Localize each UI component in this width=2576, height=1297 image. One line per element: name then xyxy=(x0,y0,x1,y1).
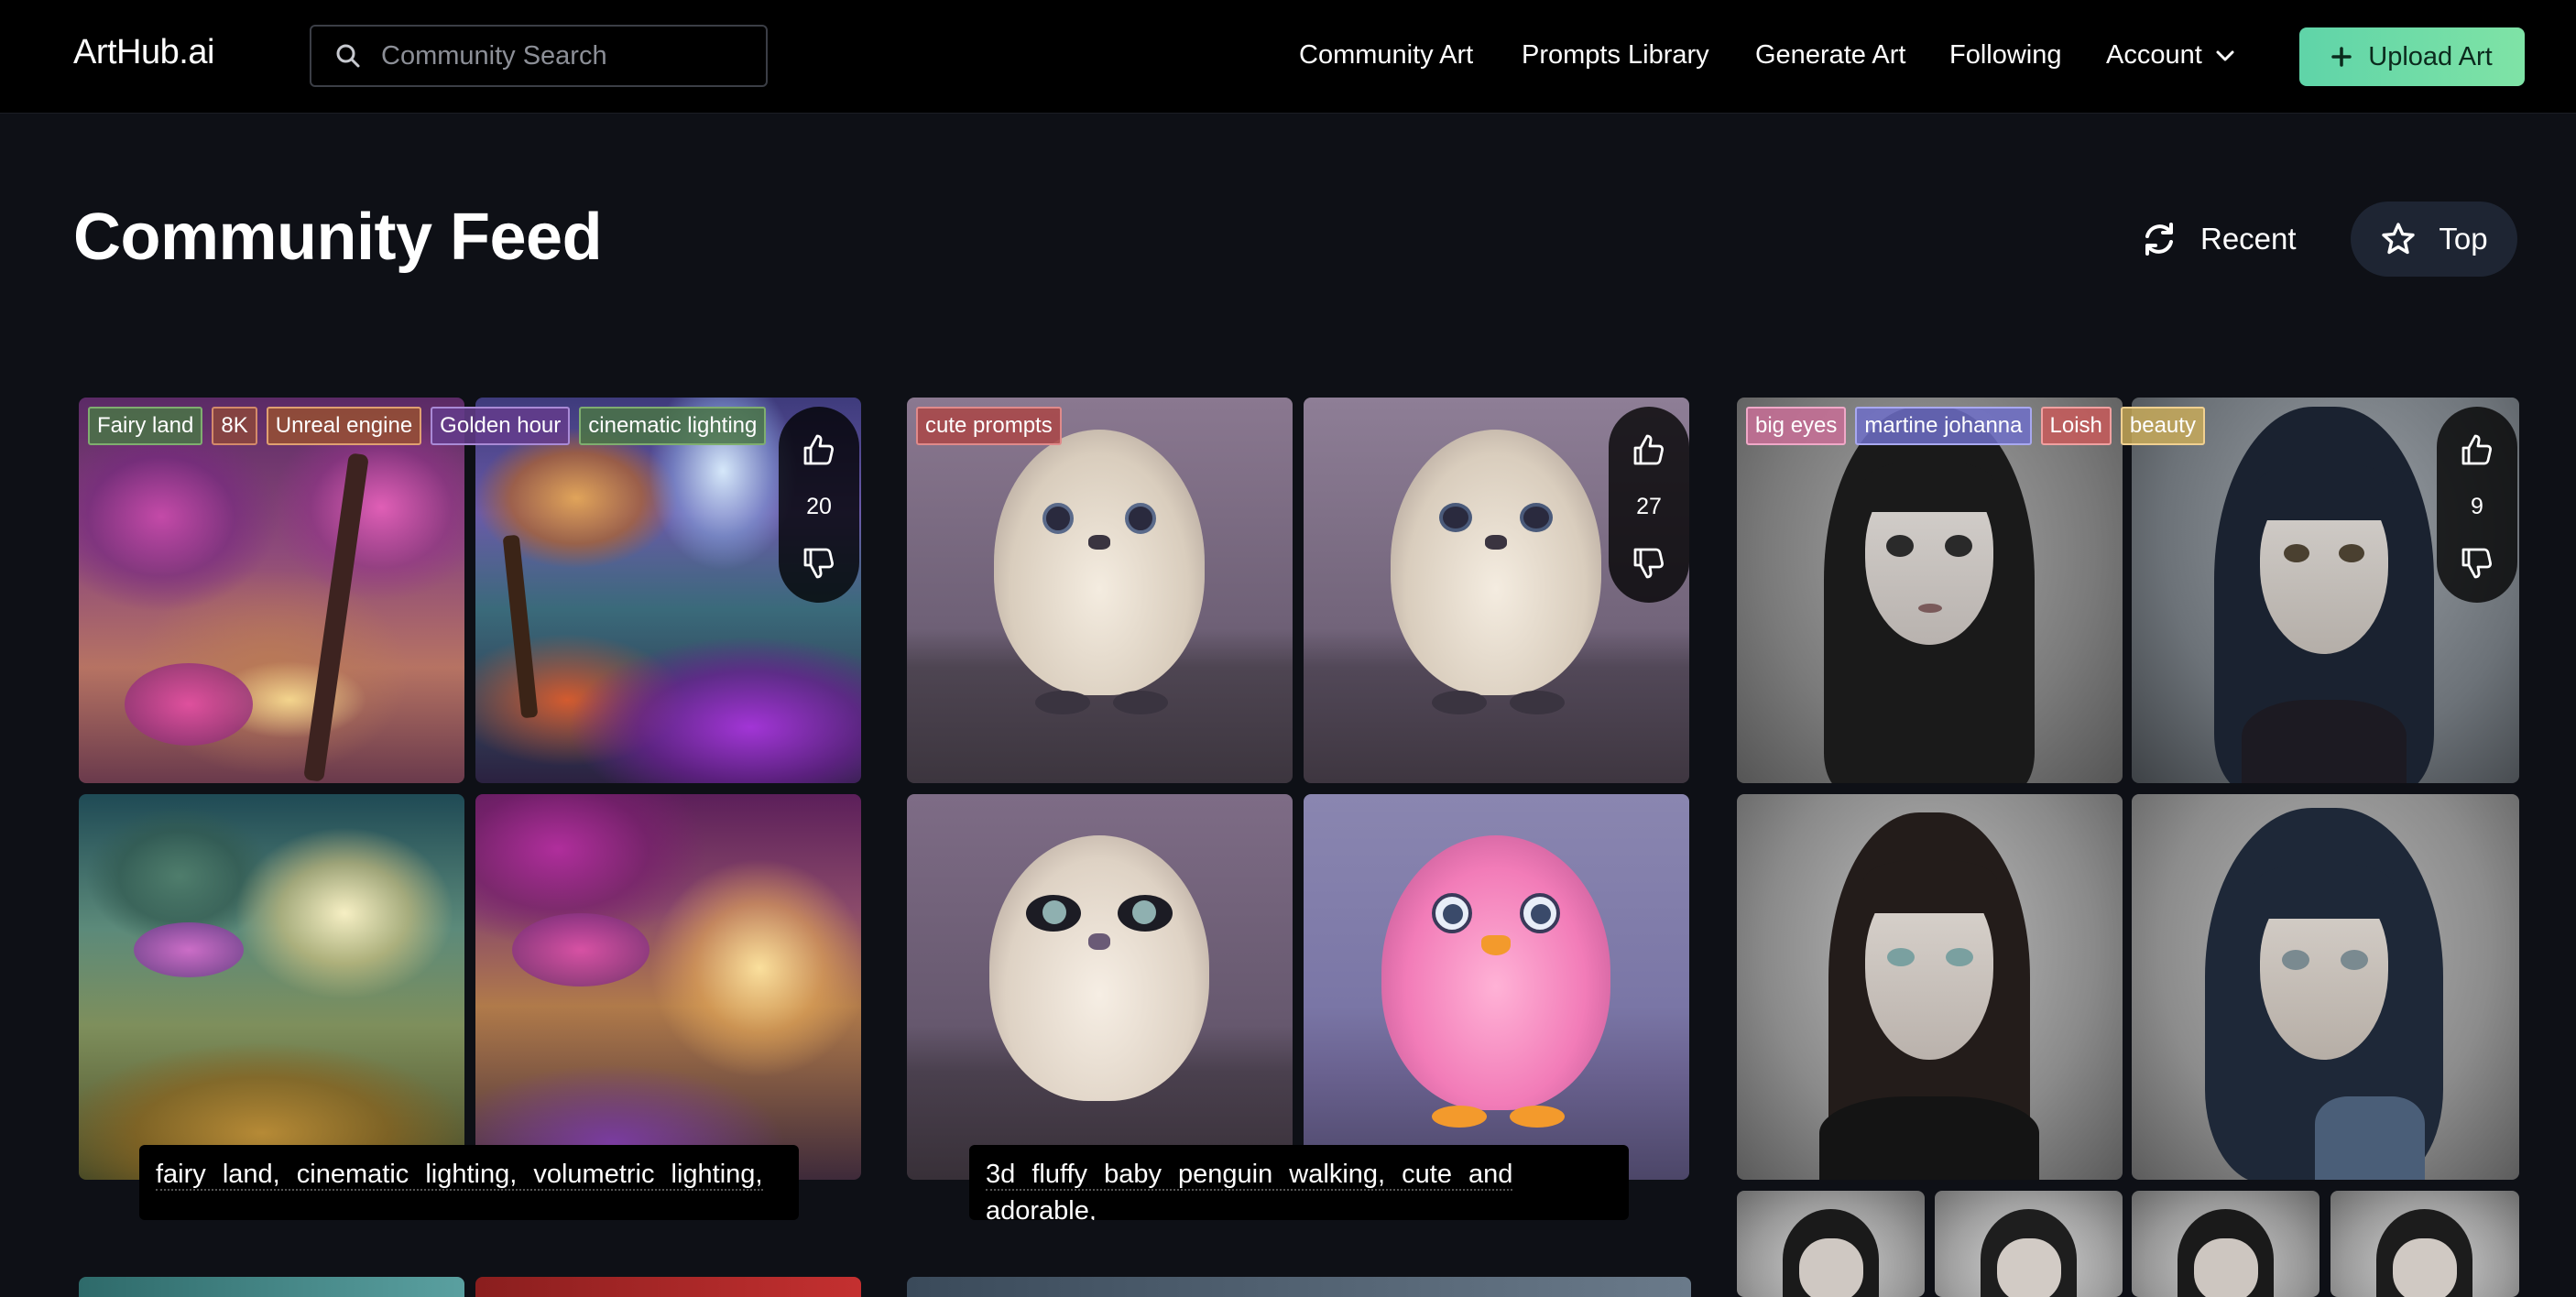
tag-chip[interactable]: martine johanna xyxy=(1855,407,2032,445)
sort-recent-label: Recent xyxy=(2200,222,2297,256)
sort-top-label: Top xyxy=(2439,222,2488,256)
artwork-thumbnail[interactable] xyxy=(907,1277,1691,1297)
art-card-penguins[interactable]: cute prompts 27 3d fluffy baby penguin w… xyxy=(907,398,1691,1222)
nav-following[interactable]: Following xyxy=(1949,40,2062,71)
chevron-down-icon xyxy=(2216,50,2234,60)
artwork-thumbnail[interactable] xyxy=(1935,1191,2123,1297)
upload-art-button[interactable]: Upload Art xyxy=(2299,27,2525,86)
top-navbar: ArtHub.ai Community Art Prompts Library … xyxy=(0,0,2576,114)
thumbs-down-icon[interactable] xyxy=(802,546,836,581)
search-icon xyxy=(333,41,363,71)
vote-panel: 27 xyxy=(1609,407,1689,603)
tag-chip[interactable]: 8K xyxy=(212,407,257,445)
artwork-thumbnail[interactable] xyxy=(2330,1191,2519,1297)
prompt-caption[interactable]: fairy land, cinematic lighting, volumetr… xyxy=(139,1145,799,1220)
brand-logo[interactable]: ArtHub.ai xyxy=(73,33,214,72)
tag-chip[interactable]: Loish xyxy=(2040,407,2112,445)
nav-account-label: Account xyxy=(2106,40,2202,70)
tag-chip[interactable]: big eyes xyxy=(1746,407,1847,445)
vote-count: 20 xyxy=(806,493,832,519)
thumbs-up-icon[interactable] xyxy=(2460,432,2494,467)
tag-chip[interactable]: Fairy land xyxy=(88,407,203,445)
artwork-thumbnail[interactable] xyxy=(475,1277,861,1297)
refresh-icon xyxy=(2145,223,2173,256)
nav-prompts-library[interactable]: Prompts Library xyxy=(1522,40,1709,71)
tag-list: big eyes martine johanna Loish beauty xyxy=(1746,407,2461,445)
page-title: Community Feed xyxy=(73,201,603,274)
thumbs-up-icon[interactable] xyxy=(802,432,836,467)
upload-art-label: Upload Art xyxy=(2368,41,2493,71)
community-search[interactable] xyxy=(310,25,768,87)
tag-list: Fairy land 8K Unreal engine Golden hour … xyxy=(88,407,802,445)
tag-chip[interactable]: cinematic lighting xyxy=(579,407,767,445)
plus-icon xyxy=(2331,47,2352,67)
artwork-thumbnail[interactable] xyxy=(1737,1191,1925,1297)
nav-account-dropdown[interactable]: Account xyxy=(2106,40,2235,71)
artwork-thumbnail[interactable] xyxy=(79,398,464,783)
tag-chip[interactable]: Golden hour xyxy=(431,407,571,445)
prompt-caption-text: fairy land, cinematic lighting, volumetr… xyxy=(156,1160,763,1191)
thumbs-down-icon[interactable] xyxy=(2460,546,2494,581)
tag-chip[interactable]: Unreal engine xyxy=(266,407,422,445)
artwork-thumbnail[interactable] xyxy=(907,398,1293,783)
thumbs-down-icon[interactable] xyxy=(1632,546,1666,581)
artwork-thumbnail[interactable] xyxy=(79,794,464,1180)
artwork-thumbnail[interactable] xyxy=(907,794,1293,1180)
sort-top-button[interactable]: Top xyxy=(2351,202,2517,277)
vote-panel: 20 xyxy=(779,407,859,603)
nav-community-art[interactable]: Community Art xyxy=(1299,40,1473,71)
vote-panel: 9 xyxy=(2437,407,2517,603)
search-input[interactable] xyxy=(381,40,729,71)
thumbs-up-icon[interactable] xyxy=(1632,432,1666,467)
vote-count: 27 xyxy=(1636,493,1662,519)
tag-chip[interactable]: beauty xyxy=(2120,407,2205,445)
art-card-portraits[interactable]: big eyes martine johanna Loish beauty 9 xyxy=(1737,398,2519,1297)
artwork-thumbnail[interactable] xyxy=(2132,1191,2319,1297)
nav-generate-art[interactable]: Generate Art xyxy=(1755,40,1905,71)
art-card-fairy-land[interactable]: Fairy land 8K Unreal engine Golden hour … xyxy=(79,398,861,1222)
artwork-thumbnail[interactable] xyxy=(79,1277,464,1297)
artwork-thumbnail[interactable] xyxy=(2132,794,2519,1180)
vote-count: 9 xyxy=(2471,493,2483,519)
artwork-thumbnail[interactable] xyxy=(1304,794,1689,1180)
sort-recent-button[interactable]: Recent xyxy=(2134,207,2302,271)
artwork-thumbnail[interactable] xyxy=(475,794,861,1180)
tag-chip[interactable]: cute prompts xyxy=(916,407,1062,445)
artwork-thumbnail[interactable] xyxy=(1737,398,2123,783)
star-icon xyxy=(2382,223,2416,255)
artwork-thumbnail[interactable] xyxy=(1737,794,2123,1180)
prompt-caption-text: 3d fluffy baby penguin walking, cute and… xyxy=(986,1160,1513,1220)
tag-list: cute prompts xyxy=(916,407,1631,445)
prompt-caption[interactable]: 3d fluffy baby penguin walking, cute and… xyxy=(969,1145,1629,1220)
